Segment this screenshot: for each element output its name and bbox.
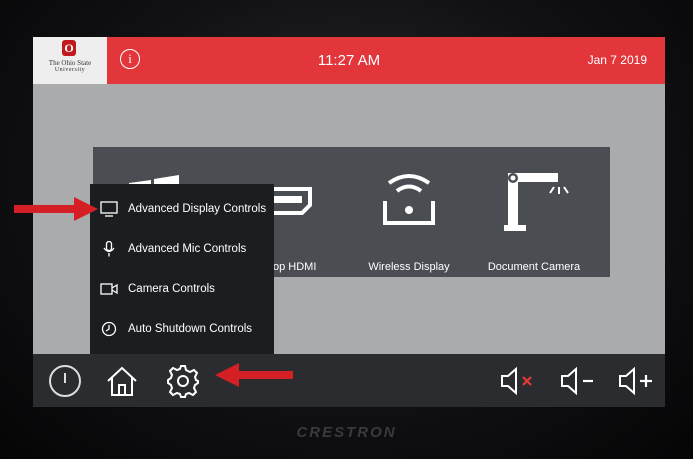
menu-item-label: Advanced Mic Controls: [128, 243, 247, 255]
source-label: Document Camera: [487, 261, 581, 273]
monitor-icon: [100, 201, 118, 217]
volume-up-icon[interactable]: [617, 363, 657, 399]
menu-item-label: Camera Controls: [128, 283, 215, 295]
touch-panel-screen: O The Ohio State University i 11:27 AM J…: [33, 37, 665, 407]
annotation-arrow-left: [14, 197, 98, 221]
volume-mute-icon[interactable]: [499, 363, 539, 399]
microphone-icon: [103, 241, 115, 257]
camera-icon: [100, 283, 118, 295]
clock-date: Jan 7 2019: [587, 53, 647, 67]
volume-down-icon[interactable]: [559, 363, 599, 399]
source-document-camera-button[interactable]: Document Camera: [479, 147, 589, 277]
gear-icon[interactable]: [165, 363, 201, 399]
menu-item-camera-controls[interactable]: Camera Controls: [90, 269, 274, 309]
clock-time: 11:27 AM: [317, 52, 381, 69]
menu-item-advanced-display-controls[interactable]: Advanced Display Controls: [90, 189, 274, 229]
clock-icon: [101, 321, 117, 337]
menu-item-auto-shutdown-controls[interactable]: Auto Shutdown Controls: [90, 309, 274, 349]
menu-item-label: Advanced Display Controls: [128, 203, 267, 215]
device-brand-label: CRESTRON: [296, 424, 397, 441]
source-label: Wireless Display: [368, 261, 450, 273]
source-wireless-display-button[interactable]: Wireless Display: [354, 147, 464, 277]
bottom-control-bar: [33, 354, 665, 407]
power-icon[interactable]: [47, 363, 83, 399]
home-icon[interactable]: [105, 363, 139, 399]
menu-item-advanced-mic-controls[interactable]: Advanced Mic Controls: [90, 229, 274, 269]
header-bar: O The Ohio State University i 11:27 AM J…: [33, 37, 665, 84]
wireless-icon: [383, 174, 435, 225]
annotation-arrow-bottom: [215, 363, 293, 387]
document-camera-icon: [504, 173, 569, 231]
settings-menu: Advanced Display Controls Advanced Mic C…: [90, 184, 274, 354]
menu-item-label: Auto Shutdown Controls: [128, 323, 253, 335]
